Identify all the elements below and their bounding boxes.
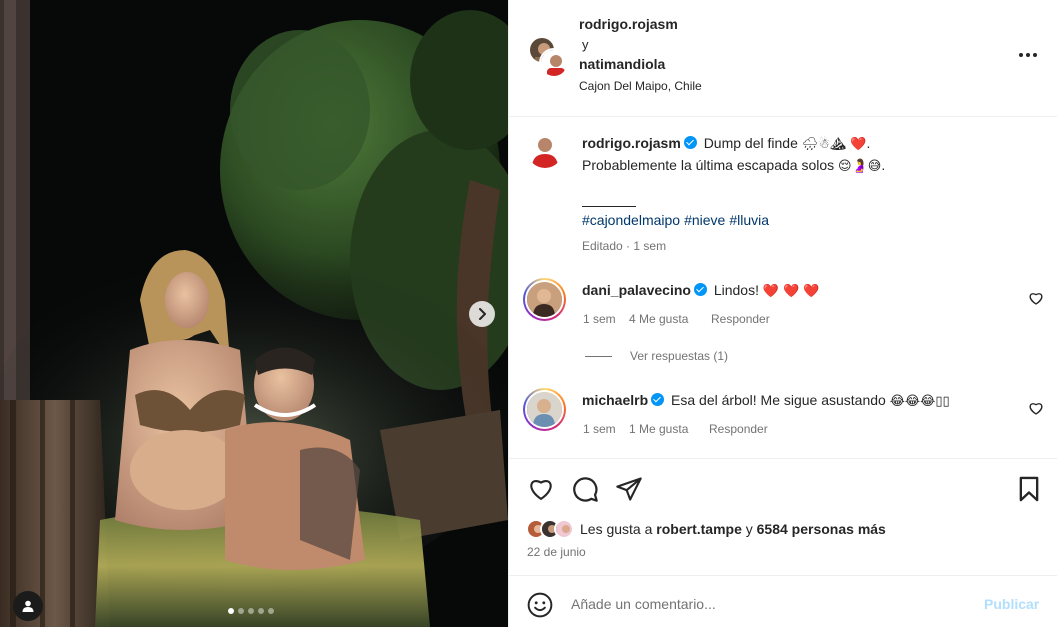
more-options-button[interactable] [1016, 46, 1040, 64]
tagged-users-button[interactable] [13, 591, 43, 621]
replies-line [585, 355, 612, 357]
post-date[interactable]: 22 de junio [527, 545, 586, 559]
comment-username[interactable]: dani_palavecino [582, 282, 691, 298]
unrendered-emoji-icons: ▯▯ [935, 394, 950, 409]
post-header: rodrigo.rojasm y natimandiola Cajon Del … [509, 0, 1057, 117]
heart-emoji-icon: ❤️ [850, 137, 867, 152]
caption-emojis: 😌🤰😅 [838, 159, 882, 174]
hashtag-link[interactable]: #lluvia [729, 212, 769, 228]
comment-like-heart-icon[interactable] [1028, 290, 1044, 306]
caption-divider [582, 206, 636, 207]
comment-meta: 1 sem 1 Me gusta Responder [583, 422, 768, 436]
caption-time[interactable]: 1 sem [633, 239, 666, 253]
reply-button[interactable]: Responder [711, 312, 770, 326]
emoji-smiley-icon[interactable] [527, 592, 553, 618]
post-caption: rodrigo.rojasm Dump del finde 🌧☃⛰ ❤️. Pr… [582, 133, 1042, 177]
comment-input[interactable] [571, 592, 971, 616]
comment-bubble-icon[interactable] [571, 475, 599, 503]
hashtag-link[interactable]: #cajondelmaipo [582, 212, 680, 228]
caption-edited-meta: Editado · 1 sem [582, 239, 666, 253]
more-horizontal-icon [1019, 53, 1023, 57]
caption-line2: Probablemente la última escapada solos [582, 157, 835, 173]
post-coauthor-username[interactable]: natimandiola [579, 56, 665, 72]
liker-avatar [554, 519, 574, 539]
heart-emoji-icon: ❤️ [762, 284, 780, 299]
caption-avatar[interactable] [527, 132, 563, 168]
comment-likes[interactable]: 4 Me gusta [629, 312, 711, 326]
carousel-dot [248, 608, 254, 614]
carousel-indicator [228, 608, 274, 614]
carousel-dot [228, 608, 234, 614]
meta-separator: · [626, 239, 631, 253]
comment-likes[interactable]: 1 Me gusta [629, 422, 709, 436]
comment-like-heart-icon[interactable] [1028, 400, 1044, 416]
carousel-next-button[interactable] [469, 301, 495, 327]
weather-emoji-icons: 🌧☃⛰ [801, 137, 847, 152]
laughing-emoji-icons: 😂😂😂 [889, 394, 936, 409]
comment-text: michaelrb Esa del árbol! Me sigue asusta… [582, 392, 950, 409]
likes-joiner: y [745, 521, 753, 537]
collab-avatars[interactable] [528, 36, 569, 78]
carousel-dot [258, 608, 264, 614]
publish-comment-button[interactable]: Publicar [984, 596, 1039, 612]
instagram-post-view: rodrigo.rojasm y natimandiola Cajon Del … [0, 0, 1057, 627]
view-replies-label: Ver respuestas (1) [630, 349, 729, 363]
post-location[interactable]: Cajon Del Maipo, Chile [579, 79, 702, 93]
comment-time[interactable]: 1 sem [583, 422, 629, 436]
add-comment-bar: Publicar [509, 575, 1057, 627]
caption-period: . [866, 135, 871, 151]
chevron-right-icon [479, 308, 486, 320]
hashtag-link[interactable]: #nieve [684, 212, 725, 228]
caption-username[interactable]: rodrigo.rojasm [582, 135, 681, 151]
carousel-dot [238, 608, 244, 614]
share-send-icon[interactable] [615, 475, 643, 503]
dot [1026, 53, 1030, 57]
verified-badge-icon [651, 393, 665, 406]
edited-label: Editado [582, 239, 623, 253]
view-replies-button[interactable]: Ver respuestas (1) [585, 349, 728, 363]
likes-prefix: Les gusta a [580, 521, 653, 537]
likes-user[interactable]: robert.tampe [656, 521, 742, 537]
avatar[interactable] [539, 48, 569, 78]
post-photo [0, 0, 508, 627]
comment-time[interactable]: 1 sem [583, 312, 629, 326]
likes-text: Les gusta a robert.tampe y 6584 personas… [580, 521, 886, 537]
dot [1033, 53, 1037, 57]
post-author-username[interactable]: rodrigo.rojasm [579, 16, 678, 32]
caption-line1: Dump del finde [703, 135, 798, 151]
comment-text: dani_palavecino Lindos! ❤️ ❤️ ❤️ [582, 282, 819, 299]
bookmark-save-icon[interactable] [1015, 475, 1043, 503]
comment-meta: 1 sem 4 Me gusta Responder [583, 312, 770, 326]
user-icon [22, 600, 34, 612]
comment-body: Esa del árbol! Me sigue asustando [671, 392, 886, 408]
post-actions-bar: Les gusta a robert.tampe y 6584 personas… [509, 458, 1057, 575]
like-heart-icon[interactable] [527, 475, 555, 503]
carousel-dot [268, 608, 274, 614]
post-media[interactable] [0, 0, 508, 627]
likes-others[interactable]: 6584 personas más [757, 521, 886, 537]
heart-emoji-icon: ❤️ [782, 284, 800, 299]
post-details-panel: rodrigo.rojasm y natimandiola Cajon Del … [508, 0, 1057, 627]
comment-body: Lindos! [713, 282, 759, 298]
caption-hashtags: #cajondelmaipo #nieve #lluvia [582, 212, 773, 228]
comment-avatar[interactable] [523, 388, 566, 431]
likes-summary[interactable]: Les gusta a robert.tampe y 6584 personas… [526, 519, 886, 539]
verified-badge-icon [693, 283, 707, 296]
collab-joiner: y [582, 37, 589, 52]
verified-badge-icon [683, 136, 697, 149]
reply-button[interactable]: Responder [709, 422, 768, 436]
comment-avatar[interactable] [523, 278, 566, 321]
heart-emoji-icon: ❤️ [803, 284, 820, 299]
comment-username[interactable]: michaelrb [582, 392, 648, 408]
caption-period: . [881, 157, 886, 173]
